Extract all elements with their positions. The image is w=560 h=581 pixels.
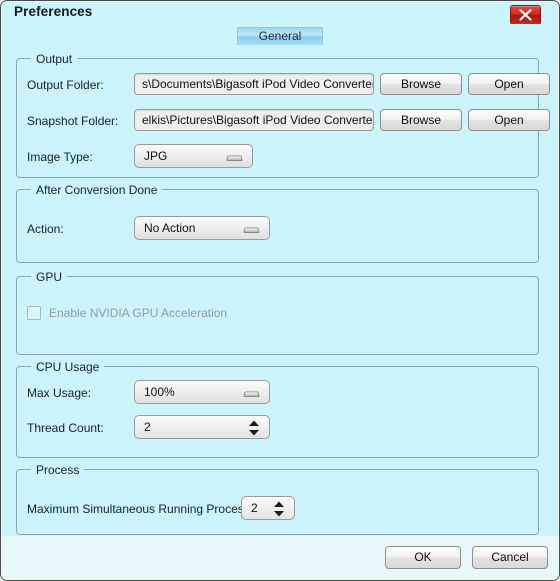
group-cpu-usage-title: CPU Usage	[31, 360, 105, 374]
group-output-title: Output	[31, 52, 78, 66]
image-type-label: Image Type:	[27, 150, 93, 164]
tab-strip: General	[2, 24, 558, 46]
snapshot-folder-browse-button[interactable]: Browse	[380, 109, 462, 131]
max-processes-value: 2	[251, 501, 258, 515]
max-usage-label: Max Usage:	[27, 386, 92, 400]
group-process: Process Maximum Simultaneous Running Pro…	[16, 463, 539, 535]
group-cpu-usage: CPU Usage Max Usage: 100% Thread Count: …	[16, 360, 539, 458]
action-dropdown[interactable]: No Action	[134, 216, 270, 240]
spinner-arrows-icon[interactable]	[273, 501, 285, 517]
chevron-down-icon	[243, 227, 260, 233]
tab-general[interactable]: General	[237, 27, 323, 45]
output-folder-input[interactable]: s\Documents\Bigasoft iPod Video Converte…	[134, 73, 374, 95]
image-type-value: JPG	[144, 149, 168, 163]
chevron-down-icon	[243, 391, 260, 397]
cancel-button[interactable]: Cancel	[472, 546, 548, 569]
dialog-body: General Output Output Folder: s\Document…	[2, 24, 558, 536]
close-icon	[519, 9, 532, 21]
action-label: Action:	[27, 222, 64, 236]
close-button[interactable]	[510, 5, 541, 25]
snapshot-folder-label: Snapshot Folder:	[27, 114, 119, 128]
image-type-dropdown[interactable]: JPG	[134, 144, 253, 168]
chevron-down-icon	[226, 155, 243, 161]
dialog-footer: OK Cancel	[2, 536, 558, 579]
group-after-conversion-title: After Conversion Done	[31, 183, 163, 197]
snapshot-folder-input[interactable]: elkis\Pictures\Bigasoft iPod Video Conve…	[134, 109, 374, 131]
output-folder-label: Output Folder:	[27, 78, 104, 92]
max-usage-dropdown[interactable]: 100%	[134, 380, 270, 404]
window-title: Preferences	[14, 4, 93, 19]
title-bar: Preferences	[2, 2, 558, 25]
dialog-inner: Preferences General Output Output Folder…	[2, 2, 558, 579]
group-gpu-title: GPU	[31, 270, 68, 284]
preferences-dialog: Preferences General Output Output Folder…	[0, 0, 560, 581]
output-folder-open-button[interactable]: Open	[468, 73, 550, 95]
snapshot-folder-open-button[interactable]: Open	[468, 109, 550, 131]
thread-count-value: 2	[144, 420, 151, 434]
ok-button[interactable]: OK	[385, 546, 461, 569]
max-processes-label: Maximum Simultaneous Running Processes:	[27, 502, 266, 516]
group-output: Output Output Folder: s\Documents\Bigaso…	[16, 52, 550, 178]
group-after-conversion: After Conversion Done Action: No Action	[16, 183, 539, 263]
spinner-arrows-icon[interactable]	[248, 420, 260, 436]
enable-nvidia-label: Enable NVIDIA GPU Acceleration	[49, 306, 228, 320]
group-gpu: GPU Enable NVIDIA GPU Acceleration	[16, 270, 539, 355]
group-process-title: Process	[31, 463, 85, 477]
max-processes-spinner[interactable]: 2	[241, 496, 295, 520]
enable-nvidia-checkbox[interactable]	[27, 306, 41, 320]
action-value: No Action	[144, 221, 196, 235]
thread-count-spinner[interactable]: 2	[134, 415, 270, 439]
max-usage-value: 100%	[144, 385, 175, 399]
output-folder-browse-button[interactable]: Browse	[380, 73, 462, 95]
thread-count-label: Thread Count:	[27, 421, 104, 435]
